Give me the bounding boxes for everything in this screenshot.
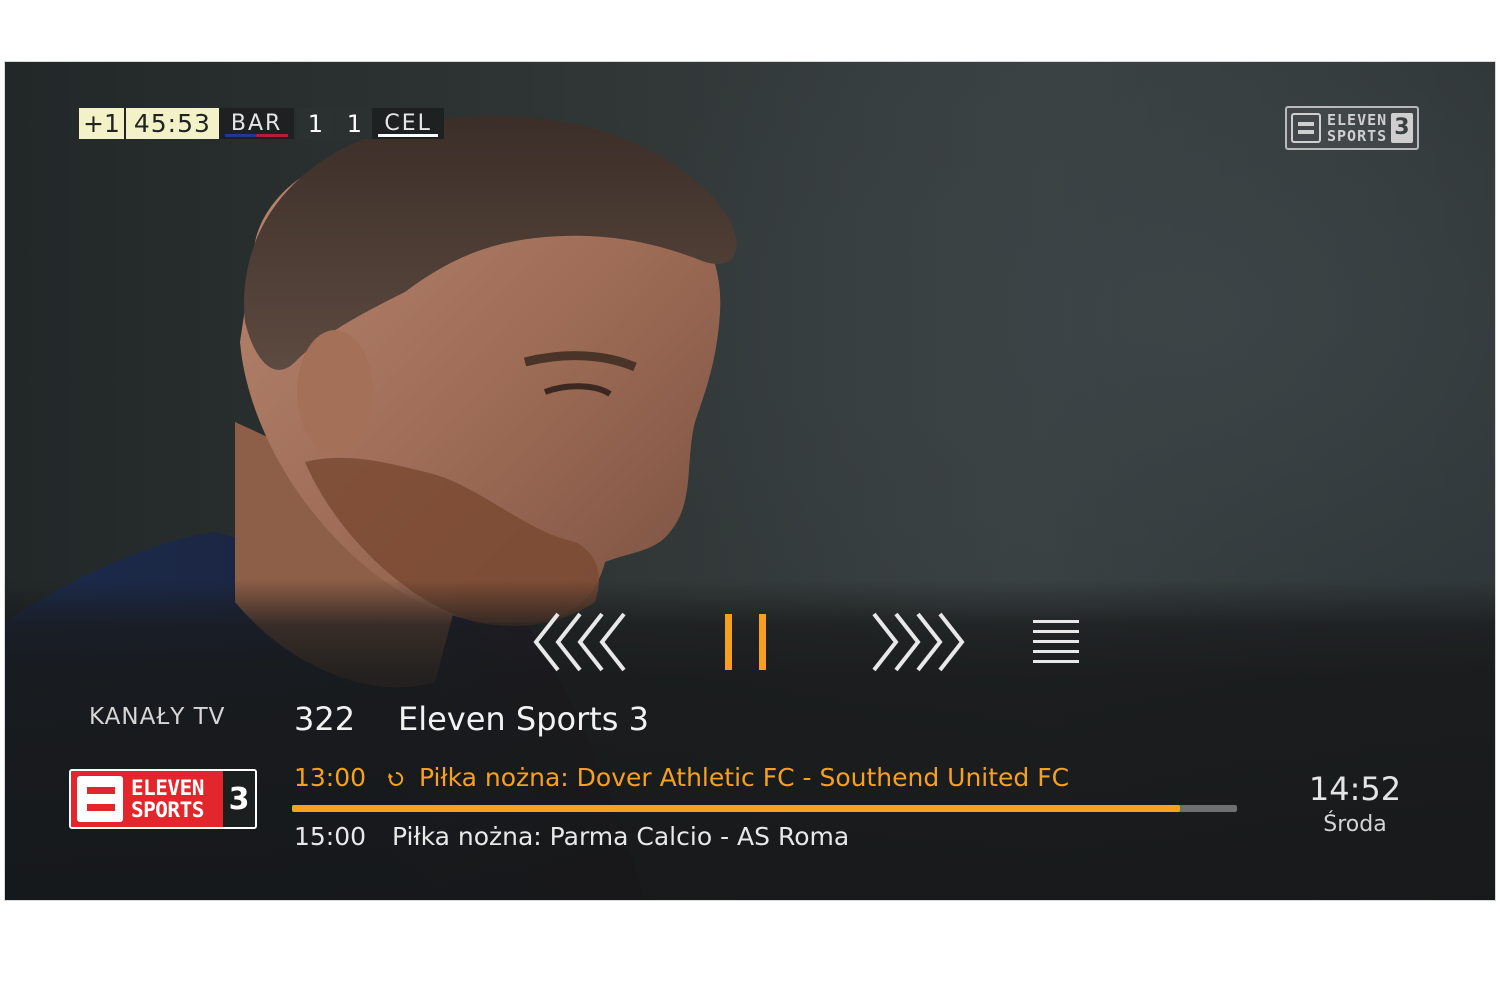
fast-forward-icon <box>872 612 965 672</box>
away-score: 1 <box>336 108 373 139</box>
eleven-logo-icon <box>1291 113 1321 143</box>
home-score: 1 <box>297 108 334 139</box>
channel-logo: ELEVEN SPORTS 3 <box>69 769 257 829</box>
current-program-time: 13:00 <box>294 763 367 792</box>
logo-number: 3 <box>223 771 255 827</box>
menu-icon <box>1033 620 1079 663</box>
match-scorebug: +1 45:53 BAR 1 1 CEL <box>79 108 444 139</box>
rewind-button[interactable] <box>530 610 638 674</box>
replay-icon <box>388 771 404 786</box>
tv-screen: +1 45:53 BAR 1 1 CEL ELEVEN SPORTS 3 KAN… <box>5 62 1495 900</box>
match-clock: 45:53 <box>125 108 219 139</box>
channel-watermark-text: ELEVEN SPORTS <box>1327 112 1387 144</box>
program-progress-fill <box>292 805 1181 812</box>
clock-time: 14:52 <box>1308 770 1402 808</box>
home-team: BAR <box>218 108 295 139</box>
pause-button[interactable] <box>723 610 775 674</box>
away-team: CEL <box>372 108 444 139</box>
clock-day: Środa <box>1323 812 1387 837</box>
next-program-time: 15:00 <box>294 822 367 851</box>
rewind-icon <box>533 612 626 672</box>
logo-line2: SPORTS <box>131 798 204 822</box>
menu-button[interactable] <box>1031 610 1081 674</box>
watermark-number: 3 <box>1391 113 1413 143</box>
channel-name: Eleven Sports 3 <box>398 700 649 738</box>
watermark-line1: ELEVEN <box>1327 111 1388 129</box>
eleven-e-icon <box>77 776 123 822</box>
playback-controls <box>5 610 1495 674</box>
fast-forward-button[interactable] <box>860 610 968 674</box>
added-time: +1 <box>79 108 126 139</box>
pause-icon <box>725 614 766 670</box>
logo-line1: ELEVEN <box>131 776 204 800</box>
section-label: KANAŁY TV <box>89 704 226 730</box>
current-program-title: Piłka nożna: Dover Athletic FC - Southen… <box>419 763 1070 792</box>
watermark-line2: SPORTS <box>1327 127 1388 145</box>
program-progress-bar <box>292 805 1237 812</box>
channel-logo-text: ELEVEN SPORTS <box>131 777 204 821</box>
channel-watermark: ELEVEN SPORTS 3 <box>1285 106 1419 150</box>
next-program-title: Piłka nożna: Parma Calcio - AS Roma <box>392 822 850 851</box>
channel-number: 322 <box>294 700 356 738</box>
